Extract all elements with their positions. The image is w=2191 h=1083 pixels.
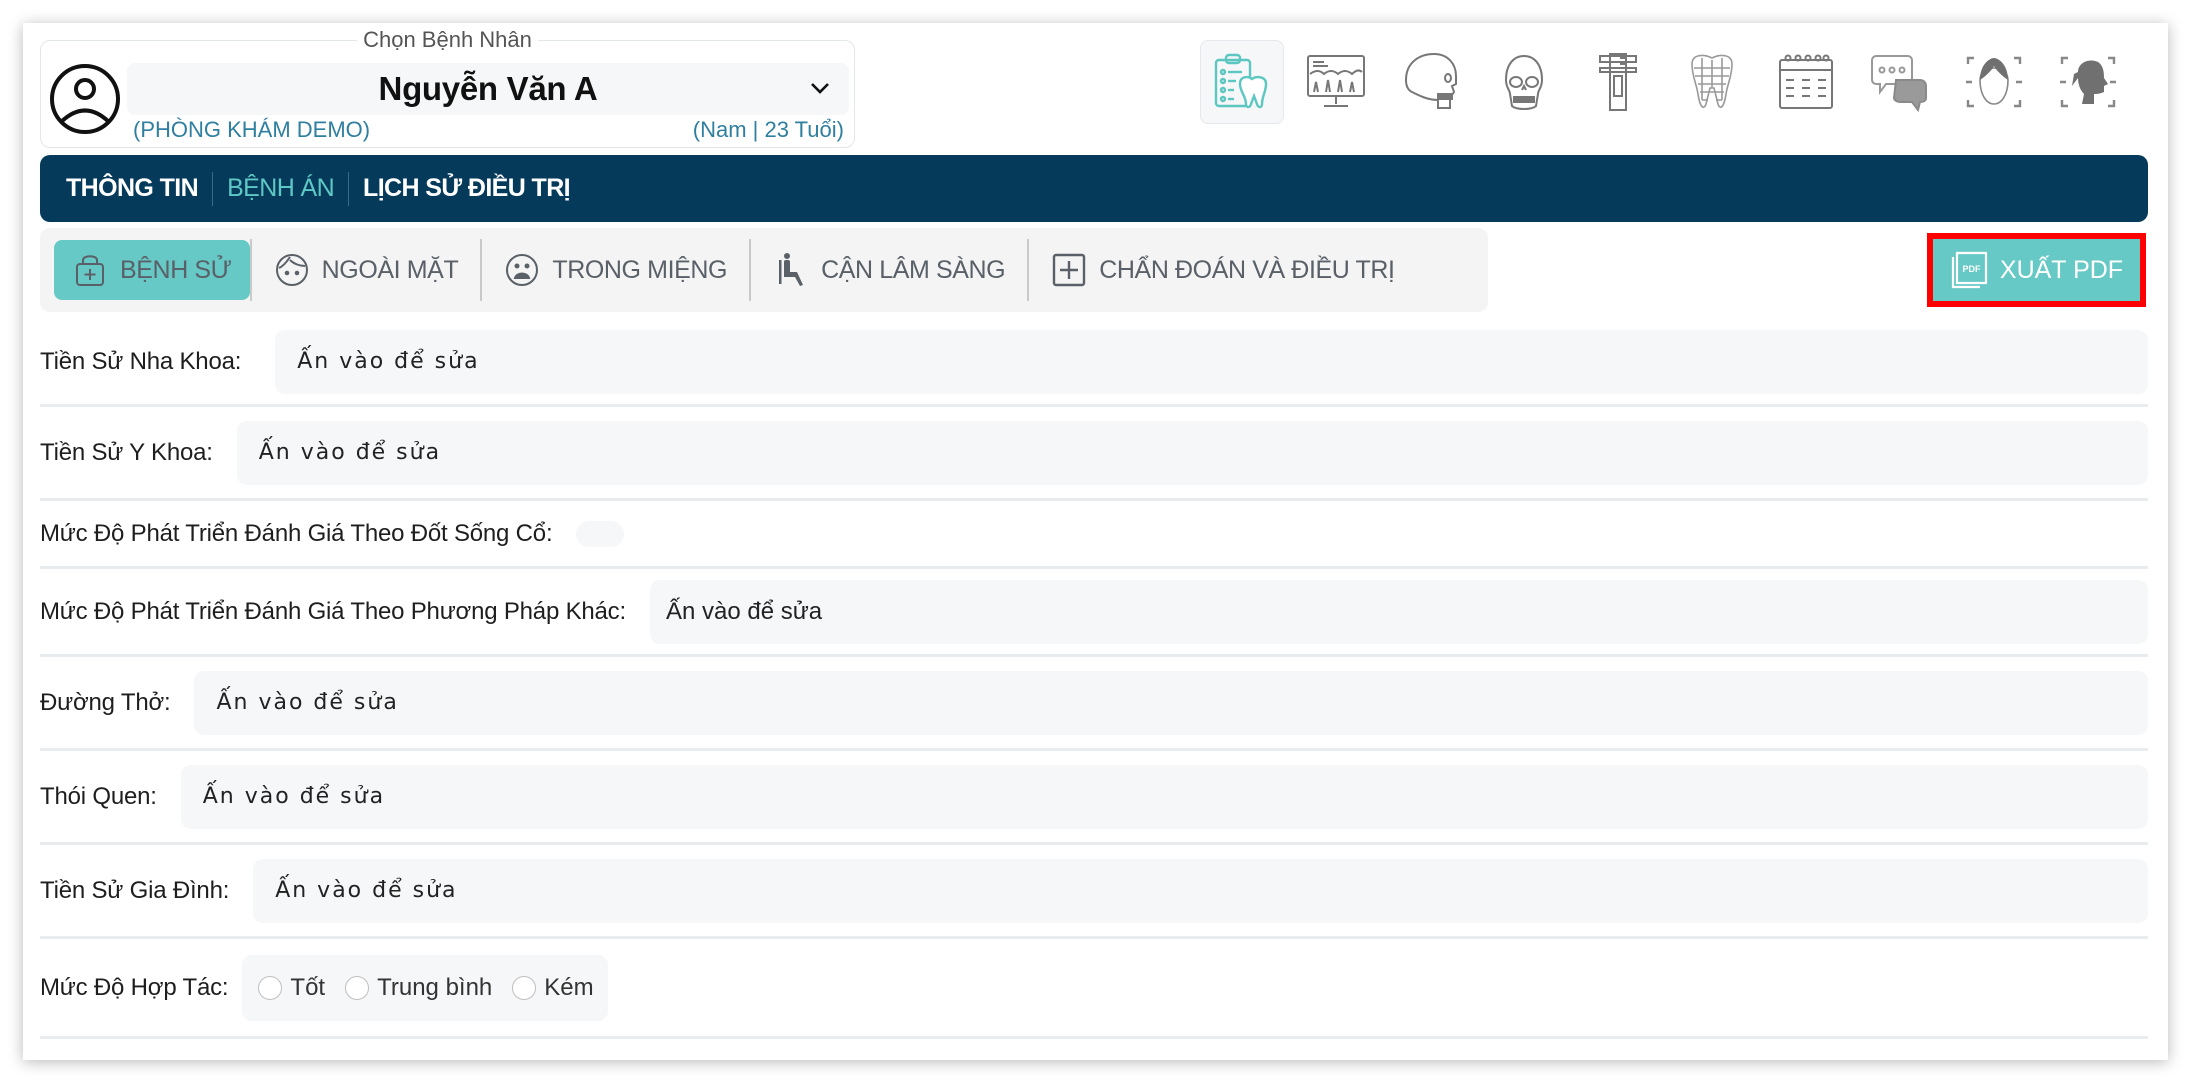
subtab-extraoral[interactable]: NGOÀI MẶT [252, 240, 481, 300]
calendar-icon [1779, 54, 1833, 109]
tool-face-front[interactable] [1952, 40, 2036, 124]
skull-front-icon [1504, 54, 1544, 110]
form-row-cervical-vertebrae: Mức Độ Phát Triển Đánh Giá Theo Đốt Sống… [40, 501, 2148, 569]
cooperation-radio-group: Tốt Trung bình Kém [242, 954, 608, 1021]
tool-chat[interactable] [1858, 40, 1942, 124]
patient-chair-icon [779, 253, 804, 286]
tool-face-side[interactable] [2046, 40, 2130, 124]
cooperation-option-good[interactable]: Tốt [258, 974, 325, 1002]
medical-history-field[interactable]: Ấn vào để sửa [236, 420, 2148, 485]
tool-caliper[interactable] [1576, 40, 1660, 124]
export-pdf-button[interactable]: PDF XUẤT PDF [1933, 239, 2140, 301]
face-scan-front-icon [1966, 56, 2022, 108]
svg-text:PDF: PDF [1962, 264, 1981, 274]
patient-name: Nguyễn Văn A [378, 70, 598, 107]
patient-selector-legend: Chọn Bệnh Nhân [357, 27, 538, 52]
face-scan-side-icon [2060, 56, 2116, 108]
tool-skull-front[interactable] [1482, 40, 1566, 124]
plus-square-icon [1053, 253, 1086, 287]
xray-monitor-icon [1307, 55, 1365, 107]
caliper-icon [1599, 53, 1637, 111]
row-label: Mức Độ Hợp Tác: [40, 973, 229, 1001]
row-label: Tiền Sử Y Khoa: [40, 438, 213, 466]
row-label: Đường Thở: [40, 688, 171, 716]
family-history-field[interactable]: Ấn vào để sửa [253, 858, 2148, 923]
radio-button[interactable] [512, 975, 537, 1000]
pdf-file-icon: PDF [1951, 251, 1988, 289]
mouth-face-icon [506, 254, 539, 286]
cooperation-option-poor[interactable]: Kém [512, 973, 594, 1002]
cervical-vertebrae-field[interactable] [576, 520, 625, 547]
row-label: Mức Độ Phát Triển Đánh Giá Theo Phương P… [40, 597, 626, 625]
subtab-medical-history[interactable]: BỆNH SỬ [54, 240, 250, 300]
form-row-medical-history: Tiền Sử Y Khoa: Ấn vào để sửa [40, 407, 2148, 501]
tool-icon-bar [1200, 40, 2130, 124]
skull-side-icon [1404, 52, 1457, 109]
subtab-label: BỆNH SỬ [120, 255, 232, 284]
subtab-label: TRONG MIỆNG [552, 255, 728, 284]
other-method-field[interactable]: Ấn vào để sửa [649, 579, 2148, 644]
chevron-down-icon [811, 83, 829, 94]
row-label: Mức Độ Phát Triển Đánh Giá Theo Đốt Sống… [40, 519, 553, 547]
tool-tooth-3d[interactable] [1670, 40, 1754, 124]
form-row-dental-history: Tiền Sử Nha Khoa: Ấn vào để sửa [40, 319, 2148, 407]
form-row-habits: Thói Quen: Ấn vào để sửa [40, 751, 2148, 845]
face-icon [275, 254, 308, 286]
tool-dental-record[interactable] [1200, 40, 1284, 124]
airway-field[interactable]: Ấn vào để sửa [194, 670, 2148, 735]
form-row-other-method: Mức Độ Phát Triển Đánh Giá Theo Phương P… [40, 569, 2148, 657]
nav-tab-medical-record[interactable]: BỆNH ÁN [213, 174, 348, 203]
chat-icon [1871, 55, 1927, 113]
form-row-cooperation: Mức Độ Hợp Tác: Tốt Trung bình Kém [40, 939, 2148, 1039]
patient-selector: Chọn Bệnh Nhân Nguyễn Văn A (PHÒNG KHÁM … [40, 27, 855, 148]
cooperation-option-average[interactable]: Trung bình [345, 974, 492, 1002]
radio-label: Kém [544, 973, 594, 1001]
row-label: Tiền Sử Gia Đình: [40, 876, 230, 904]
main-navbar: THÔNG TIN BỆNH ÁN LỊCH SỬ ĐIỀU TRỊ [40, 155, 2148, 222]
user-avatar-icon [50, 64, 120, 134]
subtab-label: CHẨN ĐOÁN VÀ ĐIỀU TRỊ [1099, 255, 1395, 284]
patient-gender-age: (Nam | 23 Tuổi) [692, 117, 844, 142]
radio-label: Trung bình [377, 973, 493, 1001]
subtab-label: CẬN LÂM SÀNG [821, 255, 1006, 284]
radio-label: Tốt [290, 973, 326, 1001]
radio-button[interactable] [345, 975, 370, 1000]
tool-skull-side[interactable] [1388, 40, 1472, 124]
habits-field[interactable]: Ấn vào để sửa [180, 764, 2148, 829]
record-subtabs: BỆNH SỬ NGOÀI MẶT TRONG MIỆNG CẬN LÂM SÀ… [40, 228, 1488, 312]
nav-tab-treatment-history[interactable]: LỊCH SỬ ĐIỀU TRỊ [349, 174, 584, 203]
patient-record-card: Chọn Bệnh Nhân Nguyễn Văn A (PHÒNG KHÁM … [23, 23, 2168, 1060]
clinic-name: (PHÒNG KHÁM DEMO) [133, 117, 371, 142]
form-row-family-history: Tiền Sử Gia Đình: Ấn vào để sửa [40, 845, 2148, 939]
medical-bag-icon [76, 255, 104, 286]
form-row-airway: Đường Thở: Ấn vào để sửa [40, 657, 2148, 751]
row-label: Thói Quen: [40, 782, 157, 810]
subtab-diagnosis-treatment[interactable]: CHẨN ĐOÁN VÀ ĐIỀU TRỊ [1029, 240, 1416, 300]
row-label: Tiền Sử Nha Khoa: [40, 347, 242, 375]
medical-history-form: Tiền Sử Nha Khoa: Ấn vào để sửa Tiền Sử … [40, 319, 2148, 1039]
export-pdf-label: XUẤT PDF [1999, 255, 2124, 284]
tooth-3d-icon [1691, 54, 1733, 108]
patient-select-dropdown[interactable]: Nguyễn Văn A [127, 63, 849, 115]
nav-tab-info[interactable]: THÔNG TIN [66, 174, 212, 203]
dental-record-icon [1214, 53, 1268, 109]
tool-calendar[interactable] [1764, 40, 1848, 124]
subtab-intraoral[interactable]: TRONG MIỆNG [482, 240, 749, 300]
subtab-label: NGOÀI MẶT [321, 255, 459, 284]
radio-button[interactable] [258, 975, 283, 1000]
dental-history-field[interactable]: Ấn vào để sửa [275, 329, 2148, 394]
tool-xray[interactable] [1294, 40, 1378, 124]
subtab-paraclinical[interactable]: CẬN LÂM SÀNG [751, 240, 1027, 300]
